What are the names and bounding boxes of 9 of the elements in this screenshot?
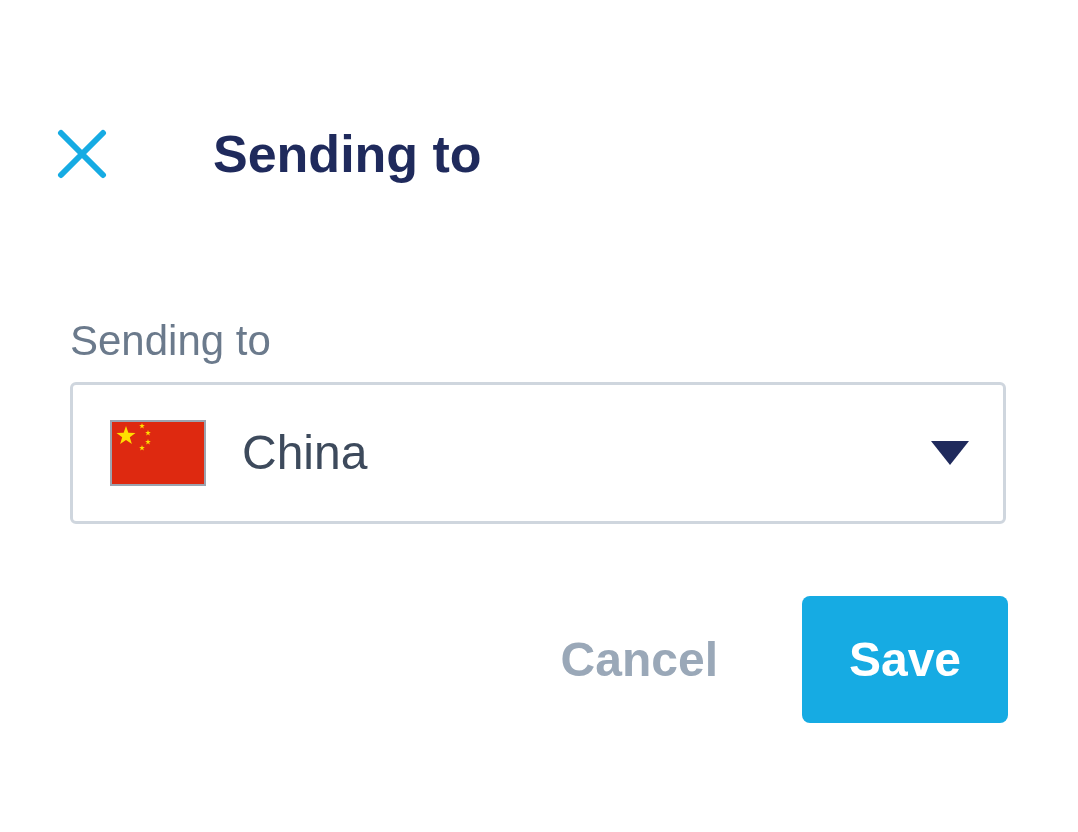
country-select[interactable]: China [70, 382, 1006, 524]
save-button[interactable]: Save [802, 596, 1008, 723]
cancel-button[interactable]: Cancel [560, 623, 718, 696]
select-value: China [242, 425, 369, 481]
field-label: Sending to [70, 320, 271, 362]
close-button[interactable] [56, 128, 108, 180]
dropdown-caret-icon [931, 441, 969, 465]
flag-icon [110, 420, 206, 486]
close-icon [57, 129, 107, 179]
